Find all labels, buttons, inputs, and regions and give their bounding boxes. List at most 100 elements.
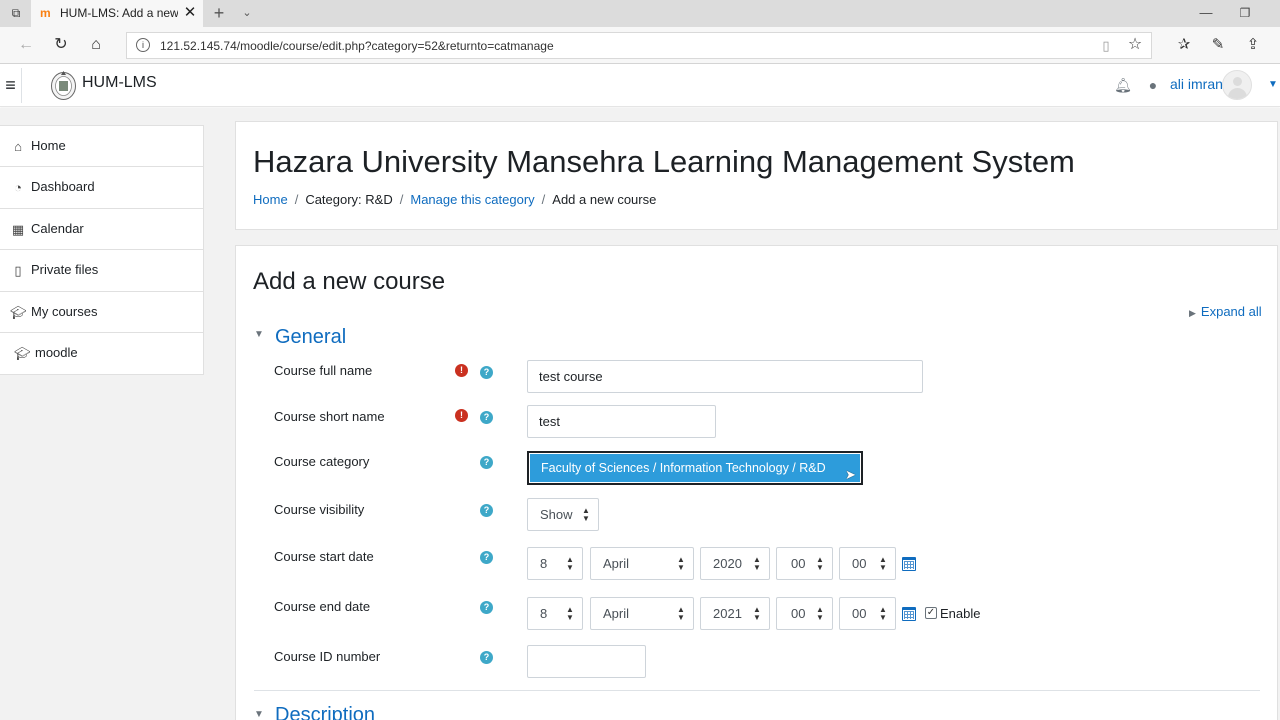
chat-icon[interactable]: ● [1144, 76, 1162, 94]
help-icon[interactable]: ? [480, 366, 493, 379]
help-icon[interactable]: ? [480, 411, 493, 424]
help-icon[interactable]: ? [480, 651, 493, 664]
share-icon[interactable]: ⇪ [1242, 35, 1264, 55]
sidebar-item-home[interactable]: ⌂ Home [0, 126, 203, 168]
chevron-down-icon[interactable]: ⌄ [238, 3, 256, 23]
expand-all-link[interactable]: ▶ Expand all [1189, 304, 1262, 319]
sidebar-item-dashboard[interactable]: ◔ Dashboard [0, 167, 203, 209]
breadcrumb-manage-category[interactable]: Manage this category [410, 192, 534, 207]
start-day-select[interactable]: 8 ▲ ▼ [527, 547, 583, 580]
select-arrows-icon: ▲ ▼ [753, 605, 761, 622]
select-value: April [603, 556, 630, 571]
end-minute-select[interactable]: 00 ▲ ▼ [839, 597, 896, 630]
page-header: Hazara University Mansehra Learning Mana… [235, 121, 1278, 230]
help-icon[interactable]: ? [480, 551, 493, 564]
caret-right-icon: ▶ [1189, 308, 1196, 318]
calendar-icon[interactable] [902, 557, 916, 571]
select-value: 8 [540, 556, 548, 571]
sidebar-item-my-courses[interactable]: 🎓︎ My courses [0, 292, 203, 333]
browser-address-bar: ← ↻ ⌂ i 121.52.145.74/moodle/course/edit… [0, 27, 1280, 64]
select-arrows-icon: ▲ ▼ [677, 555, 685, 572]
select-arrows-icon: ▲ ▼ [677, 605, 685, 622]
end-year-select[interactable]: 2021 ▲ ▼ [700, 597, 770, 630]
select-value: 00 [791, 606, 806, 621]
bell-icon[interactable]: 🔔︎ [1114, 76, 1132, 94]
new-tab-icon[interactable]: + [208, 3, 230, 23]
start-hour-select[interactable]: 00 ▲ ▼ [776, 547, 833, 580]
section-description-title[interactable]: Description [275, 704, 375, 720]
site-name[interactable]: HUM-LMS [82, 74, 157, 92]
section-divider [254, 690, 1260, 691]
label-course-short-name: Course short name [274, 409, 385, 424]
section-collapse-icon[interactable]: ▼ [254, 329, 264, 340]
sidebar-item-moodle[interactable]: 🎓︎ moodle [0, 333, 203, 374]
select-arrows-icon: ▲ ▼ [816, 555, 824, 572]
sidebar-item-private-files[interactable]: ▯ Private files [0, 250, 203, 292]
start-month-select[interactable]: April ▲ ▼ [590, 547, 694, 580]
help-icon[interactable]: ? [480, 504, 493, 517]
url-text[interactable]: 121.52.145.74/moodle/course/edit.php?cat… [160, 39, 554, 53]
end-date-enable-label[interactable]: Enable [940, 606, 980, 621]
select-value: 00 [852, 556, 867, 571]
course-category-select[interactable]: Faculty of Sciences / Information Techno… [527, 451, 863, 485]
refresh-icon[interactable]: ↻ [50, 35, 72, 55]
start-year-select[interactable]: 2020 ▲ ▼ [700, 547, 770, 580]
user-menu-name[interactable]: ali imran [1170, 76, 1223, 92]
label-course-start-date: Course start date [274, 549, 374, 564]
label-course-end-date: Course end date [274, 599, 371, 614]
end-date-enable-checkbox[interactable]: ✓ [925, 607, 937, 619]
course-full-name-input[interactable]: test course [527, 360, 923, 393]
end-month-select[interactable]: April ▲ ▼ [590, 597, 694, 630]
end-hour-select[interactable]: 00 ▲ ▼ [776, 597, 833, 630]
url-field[interactable]: i 121.52.145.74/moodle/course/edit.php?c… [126, 32, 1152, 59]
graduation-cap-icon: 🎓︎ [14, 345, 31, 361]
breadcrumb-separator: / [541, 192, 546, 207]
menu-hamburger-icon[interactable]: ≡ [0, 68, 22, 103]
sidebar-item-calendar[interactable]: ▦ Calendar [0, 209, 203, 251]
select-value: 8 [540, 606, 548, 621]
avatar[interactable] [1222, 70, 1252, 100]
end-day-select[interactable]: 8 ▲ ▼ [527, 597, 583, 630]
favorites-icon[interactable]: ✰ [1173, 35, 1195, 55]
browser-tab[interactable]: m HUM-LMS: Add a new course ✕ [31, 0, 203, 27]
course-category-value: Faculty of Sciences / Information Techno… [541, 461, 826, 475]
moodle-favicon-icon: m [40, 6, 51, 20]
start-minute-select[interactable]: 00 ▲ ▼ [839, 547, 896, 580]
user-menu-caret-icon[interactable]: ▼ [1266, 76, 1280, 94]
course-id-number-input[interactable] [527, 645, 646, 678]
help-icon[interactable]: ? [480, 456, 493, 469]
calendar-grid [904, 611, 914, 619]
avatar-body [1228, 88, 1247, 99]
section-collapse-icon[interactable]: ▼ [254, 709, 264, 720]
expand-all-label: Expand all [1200, 304, 1262, 319]
home-icon[interactable]: ⌂ [85, 35, 107, 55]
tab-close-icon[interactable]: ✕ [181, 3, 199, 23]
reading-view-icon[interactable]: ▯ [1097, 37, 1115, 55]
select-arrows-icon: ▲ ▼ [879, 605, 887, 622]
calendar-icon[interactable] [902, 607, 916, 621]
help-icon[interactable]: ? [480, 601, 493, 614]
university-logo[interactable] [50, 69, 77, 101]
pen-icon[interactable]: ✎ [1207, 35, 1229, 55]
graduation-cap-icon: 🎓︎ [10, 304, 27, 320]
site-info-icon[interactable]: i [136, 38, 150, 52]
select-arrows-icon: ▲ ▼ [566, 605, 574, 622]
avatar-head [1233, 77, 1242, 86]
select-value: Show [540, 507, 573, 522]
forward-arrow-icon[interactable] [15, 35, 37, 55]
breadcrumb-home[interactable]: Home [253, 192, 288, 207]
breadcrumb-separator: / [399, 192, 404, 207]
course-visibility-select[interactable]: Show ▲ ▼ [527, 498, 599, 531]
tab-actions-icon[interactable]: ⧉ [8, 6, 24, 20]
breadcrumb-separator: / [294, 192, 299, 207]
breadcrumb: Home / Category: R&D / Manage this category /… [253, 192, 656, 207]
window-restore-icon[interactable]: ❐ [1236, 3, 1254, 23]
label-course-full-name: Course full name [274, 363, 373, 378]
course-short-name-input[interactable]: test [527, 405, 716, 438]
favorite-star-icon[interactable]: ☆ [1126, 36, 1144, 54]
select-arrows-icon: ▲ ▼ [879, 555, 887, 572]
mouse-pointer-icon: ➤ [845, 467, 856, 482]
select-arrows-icon: ▲ ▼ [816, 605, 824, 622]
section-general-title[interactable]: General [275, 326, 346, 349]
window-minimize-icon[interactable]: — [1195, 3, 1217, 23]
